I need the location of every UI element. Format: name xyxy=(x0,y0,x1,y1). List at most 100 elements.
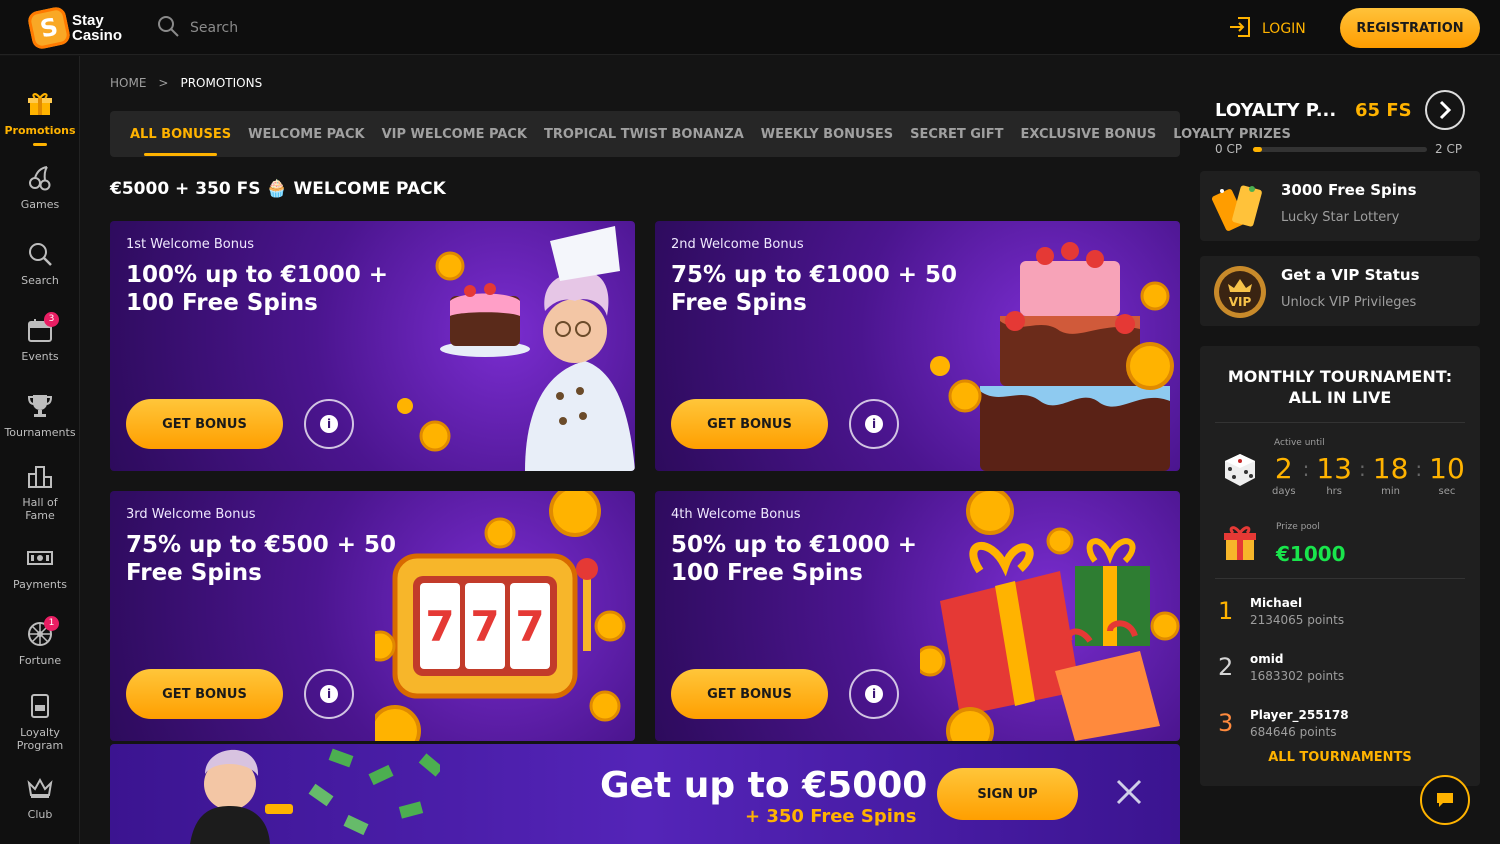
tab-exclusive-bonus[interactable]: EXCLUSIVE BONUS xyxy=(1021,127,1157,142)
countdown-unit: hrs xyxy=(1326,486,1343,497)
loyalty-next-button[interactable] xyxy=(1425,90,1465,130)
app-root: S Stay Casino Search LOGIN REGISTRATION xyxy=(0,0,1500,844)
countdown-hours: 13 hrs xyxy=(1316,452,1352,498)
get-bonus-button[interactable]: GET BONUS xyxy=(126,669,283,719)
sign-up-button[interactable]: SIGN UP xyxy=(937,768,1078,820)
leader-name: Player_255178 xyxy=(1250,708,1349,722)
sidebar-label: Search xyxy=(21,274,59,287)
chat-icon xyxy=(1437,793,1453,807)
vip-badge-text: VIP xyxy=(1229,295,1252,309)
banner-headline: Get up to €5000 xyxy=(600,765,928,806)
sidebar: Promotions Games Search 3 Events Tournam… xyxy=(0,56,80,844)
podium-icon xyxy=(26,462,54,490)
chat-button[interactable] xyxy=(1420,775,1470,825)
events-count-badge: 3 xyxy=(44,312,59,327)
bonus-card-3: 7 7 7 3rd Welcome Bonus 75% up to €500 +… xyxy=(110,491,635,741)
countdown-minutes: 18 min xyxy=(1372,452,1409,498)
lottery-ticket-icon xyxy=(1212,185,1262,231)
leader-rank: 3 xyxy=(1218,709,1234,737)
registration-button[interactable]: REGISTRATION xyxy=(1340,8,1480,48)
leaderboard-row: 2 omid 1683302 points xyxy=(1215,648,1465,688)
search-label: Search xyxy=(190,20,239,36)
logo-line-2: Casino xyxy=(72,27,123,44)
cp-target: 2 CP xyxy=(1435,142,1463,156)
card-subtitle: 2nd Welcome Bonus xyxy=(671,237,804,252)
tournament-panel: MONTHLY TOURNAMENT: ALL IN LIVE Active u… xyxy=(1200,346,1480,786)
sidebar-item-hall-of-fame[interactable]: Hall of Fame xyxy=(0,462,80,522)
tab-welcome-pack[interactable]: WELCOME PACK xyxy=(248,127,364,142)
info-button[interactable]: i xyxy=(849,399,899,449)
get-bonus-button[interactable]: GET BONUS xyxy=(671,669,828,719)
all-tournaments-link[interactable]: ALL TOURNAMENTS xyxy=(1200,750,1480,765)
sidebar-item-promotions[interactable]: Promotions xyxy=(0,90,80,146)
info-button[interactable]: i xyxy=(304,399,354,449)
tab-secret-gift[interactable]: SECRET GIFT xyxy=(910,127,1003,142)
sidebar-item-games[interactable]: Games xyxy=(0,164,80,211)
get-bonus-button[interactable]: GET BONUS xyxy=(126,399,283,449)
countdown-value: 13 xyxy=(1316,452,1352,485)
sidebar-item-search[interactable]: Search xyxy=(0,240,80,287)
card-title: 100% up to €1000 + 100 Free Spins xyxy=(126,262,389,316)
sidebar-item-loyalty-program[interactable]: Loyalty Program xyxy=(0,692,80,752)
cp-progress-fill xyxy=(1253,147,1262,152)
active-indicator xyxy=(33,143,47,146)
tab-all-bonuses[interactable]: ALL BONUSES xyxy=(130,127,231,156)
countdown-separator: : xyxy=(1359,457,1366,481)
info-button[interactable]: i xyxy=(849,669,899,719)
sidebar-label: Games xyxy=(20,198,60,211)
info-icon: i xyxy=(320,685,338,703)
countdown-unit: sec xyxy=(1438,486,1456,497)
card-title: 50% up to €1000 + 100 Free Spins xyxy=(671,532,918,586)
get-bonus-button[interactable]: GET BONUS xyxy=(671,399,828,449)
active-until-label: Active until xyxy=(1274,438,1325,448)
gift-boxes-illustration xyxy=(920,491,1180,741)
sidebar-item-events[interactable]: 3 Events xyxy=(0,312,80,363)
tab-weekly-bonuses[interactable]: WEEKLY BONUSES xyxy=(761,127,893,142)
sidebar-label: Promotions xyxy=(4,124,76,137)
countdown-unit: days xyxy=(1272,486,1296,497)
sidebar-label: Club xyxy=(27,808,53,821)
lottery-promo[interactable]: 3000 Free Spins Lucky Star Lottery xyxy=(1200,171,1480,241)
cash-icon xyxy=(26,544,54,572)
search-icon xyxy=(156,14,180,42)
login-icon xyxy=(1228,16,1252,42)
tab-vip-welcome-pack[interactable]: VIP WELCOME PACK xyxy=(382,127,527,142)
gift-icon xyxy=(26,90,54,118)
close-icon[interactable] xyxy=(1115,778,1143,806)
vip-badge-icon: VIP xyxy=(1214,266,1266,318)
bonus-card-1: 1st Welcome Bonus 100% up to €1000 + 100… xyxy=(110,221,635,471)
tab-tropical-twist-bonanza[interactable]: TROPICAL TWIST BONANZA xyxy=(544,127,744,142)
info-icon: i xyxy=(865,685,883,703)
card-title: 75% up to €1000 + 50 Free Spins xyxy=(671,262,958,316)
info-button[interactable]: i xyxy=(304,669,354,719)
bonus-card-4: 4th Welcome Bonus 50% up to €1000 + 100 … xyxy=(655,491,1180,741)
sidebar-item-tournaments[interactable]: Tournaments xyxy=(0,392,80,439)
sidebar-label: Hall of Fame xyxy=(22,496,58,522)
signup-banner: Get up to €5000 + 350 Free Spins SIGN UP xyxy=(110,744,1180,844)
search-box[interactable]: Search xyxy=(156,14,238,42)
brand-logo[interactable]: S Stay Casino xyxy=(26,5,123,51)
dice-icon xyxy=(1225,454,1255,486)
sidebar-label: Loyalty Program xyxy=(16,726,64,752)
card-title: 75% up to €500 + 50 Free Spins xyxy=(126,532,397,586)
login-link[interactable]: LOGIN xyxy=(1228,16,1306,42)
sidebar-item-club[interactable]: Club xyxy=(0,774,80,821)
cp-current: 0 CP xyxy=(1215,142,1243,156)
divider xyxy=(1215,578,1465,579)
slot-digit-2: 7 xyxy=(470,602,499,651)
vip-promo[interactable]: VIP Get a VIP Status Unlock VIP Privileg… xyxy=(1200,256,1480,326)
countdown-seconds: 10 sec xyxy=(1429,454,1465,498)
promo-title: 3000 Free Spins xyxy=(1281,181,1417,199)
login-label: LOGIN xyxy=(1262,21,1306,37)
promo-title: Get a VIP Status xyxy=(1281,266,1420,284)
sidebar-item-payments[interactable]: Payments xyxy=(0,544,80,591)
countdown-value: 2 xyxy=(1274,452,1293,485)
sidebar-label: Tournaments xyxy=(4,426,76,439)
leader-name: omid xyxy=(1250,652,1284,666)
breadcrumb-home[interactable]: HOME xyxy=(110,76,146,90)
sidebar-item-fortune[interactable]: 1 Fortune xyxy=(0,616,80,667)
countdown-value: 18 xyxy=(1372,452,1409,485)
leader-points: 2134065 points xyxy=(1250,613,1345,627)
promo-tabs: ALL BONUSES WELCOME PACK VIP WELCOME PAC… xyxy=(110,111,1291,157)
tournament-title: MONTHLY TOURNAMENT: ALL IN LIVE xyxy=(1227,367,1453,407)
